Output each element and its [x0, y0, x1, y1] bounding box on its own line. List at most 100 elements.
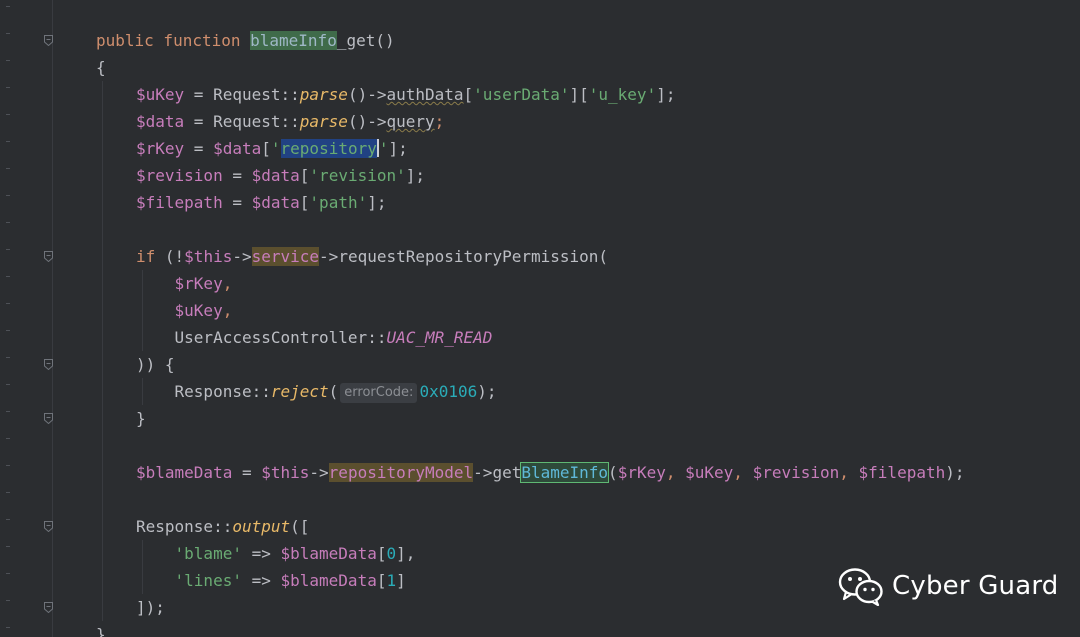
gutter-tick [6, 33, 10, 34]
code-token: $rKey [617, 463, 666, 482]
code-token: UAC_MR_READ [386, 328, 493, 347]
code-line[interactable]: $rKey, [96, 270, 1080, 297]
code-token: 'path' [309, 193, 368, 212]
indent-guide [142, 378, 143, 405]
code-token: $data [136, 112, 185, 131]
code-token: public function [96, 31, 251, 50]
parameter-hint: errorCode: [340, 383, 418, 403]
watermark-text: Cyber Guard [892, 571, 1059, 601]
code-token: $revision [752, 463, 840, 482]
gutter-tick [6, 60, 10, 61]
code-token: ] [396, 571, 406, 590]
code-token: parse [299, 85, 348, 104]
code-line[interactable] [96, 432, 1080, 459]
fold-icon[interactable] [44, 359, 53, 370]
gutter-tick [6, 465, 10, 466]
code-token: BlameInfo [520, 462, 610, 483]
code-token: UserAccessController:: [136, 328, 387, 347]
code-line[interactable] [96, 486, 1080, 513]
fold-column [52, 0, 63, 637]
gutter-tick [6, 600, 10, 601]
code-token: $filepath [858, 463, 946, 482]
code-token: $blameData [280, 571, 377, 590]
code-token: -> [232, 247, 252, 266]
code-line[interactable]: Response::reject(errorCode: 0x0106); [96, 378, 1080, 405]
code-line[interactable]: public function blameInfo_get() [96, 27, 1080, 54]
code-token: $blameData [136, 463, 233, 482]
code-token: ]); [136, 598, 165, 617]
code-token: $rKey [174, 274, 223, 293]
code-line[interactable]: } [96, 621, 1080, 637]
code-token: ([ [290, 517, 310, 536]
code-line[interactable] [96, 216, 1080, 243]
code-token: = [184, 139, 214, 158]
code-token: , [733, 463, 753, 482]
code-token: )) { [136, 355, 175, 374]
code-token: query [386, 112, 435, 131]
code-token: ]; [405, 166, 426, 185]
indent-guide [142, 540, 143, 594]
code-token: repository [280, 139, 377, 158]
code-token: 'blame' [174, 544, 242, 563]
code-line[interactable]: if (!$this->service->requestRepositoryPe… [96, 243, 1080, 270]
code-token: $filepath [136, 193, 223, 212]
fold-icon[interactable] [44, 602, 53, 613]
code-token: } [136, 409, 146, 428]
code-token: , [222, 301, 233, 320]
code-token: ()-> [347, 112, 387, 131]
code-token: } [96, 625, 106, 637]
code-token: repositoryModel [328, 463, 474, 482]
gutter-tick [6, 627, 10, 628]
code-line[interactable]: $filepath = $data['path']; [96, 189, 1080, 216]
code-line[interactable]: $uKey = Request::parse()->authData['user… [96, 81, 1080, 108]
code-token: ->get [473, 463, 522, 482]
gutter-tick [6, 519, 10, 520]
code-line[interactable]: } [96, 405, 1080, 432]
code-editor[interactable]: public function blameInfo_get() {$uKey = … [0, 0, 1080, 637]
code-line[interactable]: { [96, 54, 1080, 81]
code-line[interactable]: $blameData = $this->repositoryModel->get… [96, 459, 1080, 486]
code-token: Response:: [136, 382, 271, 401]
code-token: [ [299, 193, 310, 212]
fold-icon[interactable] [44, 413, 53, 424]
fold-icon[interactable] [44, 35, 53, 46]
gutter-tick [6, 168, 10, 169]
code-token: ][ [569, 85, 589, 104]
code-area[interactable]: public function blameInfo_get() {$uKey = … [50, 27, 1080, 637]
code-line[interactable]: $rKey = $data['repository ']; [50, 135, 1080, 162]
code-token: 0 [386, 544, 397, 563]
gutter-tick [6, 276, 10, 277]
code-token: = [222, 193, 252, 212]
gutter-tick [6, 492, 10, 493]
gutter-tick [6, 357, 10, 358]
editor-gutter [0, 0, 52, 637]
code-line[interactable]: $uKey, [96, 297, 1080, 324]
code-token: -> [309, 463, 329, 482]
code-token: $uKey [174, 301, 223, 320]
code-line[interactable]: )) { [96, 351, 1080, 378]
gutter-tick [6, 141, 10, 142]
gutter-tick [6, 573, 10, 574]
code-token: $data [213, 139, 262, 158]
code-line[interactable]: UserAccessController::UAC_MR_READ [96, 324, 1080, 351]
fold-icon[interactable] [44, 521, 53, 532]
code-line[interactable]: $data = Request::parse()->query; [96, 108, 1080, 135]
code-token: Response:: [136, 517, 233, 536]
gutter-tick [6, 384, 10, 385]
indent-guide [102, 81, 103, 621]
code-token: 'lines' [174, 571, 242, 590]
indent-guide [142, 270, 143, 351]
code-token: blameInfo [250, 31, 337, 50]
code-token: ]; [388, 139, 408, 158]
code-line[interactable]: $revision = $data['revision']; [96, 162, 1080, 189]
code-token: parse [299, 112, 348, 131]
code-token: reject [270, 382, 329, 401]
fold-icon[interactable] [44, 251, 53, 262]
code-token: ]; [367, 193, 387, 212]
code-token: ( [328, 382, 339, 401]
code-token: ->requestRepositoryPermission( [319, 247, 609, 266]
code-line[interactable]: Response::output([ [96, 513, 1080, 540]
code-token: ); [945, 463, 965, 482]
code-token: ()-> [347, 85, 387, 104]
code-token: [ [463, 85, 474, 104]
